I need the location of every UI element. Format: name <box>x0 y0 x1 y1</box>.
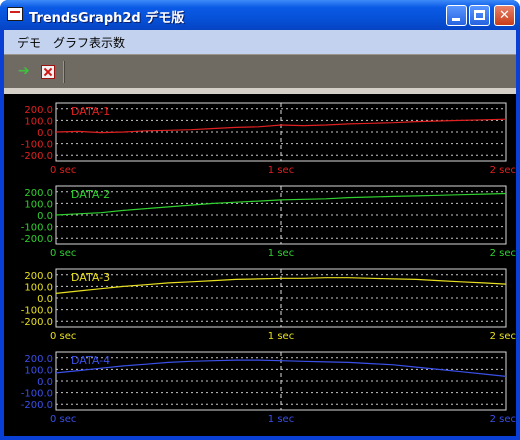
trend-panel-1: 200.0100.00.0-100.0-200.0 0 sec 1 sec 2 sec… <box>21 102 516 176</box>
y-tick-label: 0.0 <box>37 294 53 305</box>
x-tick-label: 2 sec <box>490 165 516 176</box>
menu-bar: デモ グラフ表示数 <box>4 30 516 54</box>
x-tick-label: 1 sec <box>268 165 294 176</box>
x-tick-label: 1 sec <box>268 248 294 259</box>
maximize-icon <box>474 10 485 20</box>
toolbar: ➔ <box>4 54 516 89</box>
red-x-icon[interactable] <box>41 65 55 79</box>
x-tick-label: 0 sec <box>50 165 76 176</box>
client-area: デモ グラフ表示数 ➔ 200.0 100.0 0.0 -100.0 -200.0 0 s… <box>4 30 516 436</box>
chart-title: DATA-2 <box>71 188 110 201</box>
chart-title: DATA-3 <box>71 271 110 284</box>
toolbar-separator <box>63 61 65 83</box>
green-arrow-icon[interactable]: ➔ <box>18 64 32 79</box>
maximize-button[interactable] <box>469 5 490 26</box>
chart-title: DATA-4 <box>71 354 110 367</box>
y-tick-label: 100.0 <box>24 199 53 210</box>
y-tick-label: 200.0 <box>24 105 53 116</box>
minimize-icon <box>452 18 460 21</box>
x-tick-label: 1 sec <box>268 414 294 425</box>
x-tick-label: 2 sec <box>490 331 516 342</box>
x-tick-label: 0 sec <box>50 248 76 259</box>
menu-graph-count[interactable]: グラフ表示数 <box>53 34 125 51</box>
trend-graph-area: 200.0 100.0 0.0 -100.0 -200.0 0 sec 1 sec 2 sec… <box>4 94 516 436</box>
trend-panel-2: 200.0100.00.0-100.0-200.0 0 sec 1 sec 2 sec… <box>21 185 516 259</box>
trend-graphs: 200.0100.00.0-100.0-200.00 sec 1 sec 2 sec… <box>21 102 516 425</box>
x-tick-label: 2 sec <box>490 248 516 259</box>
app-window: TrendsGraph2d デモ版 ✕ デモ グラフ表示数 ➔ 200.0 100… <box>0 0 520 440</box>
y-tick-label: -200.0 <box>21 317 53 328</box>
x-tick-label: 0 sec <box>50 331 76 342</box>
y-tick-label: -100.0 <box>21 140 53 151</box>
y-tick-label: 0.0 <box>37 211 53 222</box>
y-tick-label: 0.0 <box>37 128 53 139</box>
y-tick-label: 200.0 <box>24 271 53 282</box>
window-title: TrendsGraph2d デモ版 <box>29 11 185 26</box>
trend-panel-4: 200.0100.00.0-100.0-200.0 0 sec 1 sec 2 sec… <box>21 351 516 425</box>
x-tick-label: 0 sec <box>50 414 76 425</box>
x-tick-label: 2 sec <box>490 414 516 425</box>
minimize-button[interactable] <box>446 5 467 26</box>
chart-title: DATA-1 <box>71 105 110 118</box>
y-tick-label: -100.0 <box>21 306 53 317</box>
close-button[interactable]: ✕ <box>494 5 515 26</box>
close-icon: ✕ <box>499 8 510 23</box>
trend-panel-3: 200.0100.00.0-100.0-200.0 0 sec 1 sec 2 sec… <box>21 268 516 342</box>
y-tick-label: 0.0 <box>37 377 53 388</box>
y-tick-label: -200.0 <box>21 151 53 162</box>
menu-demo[interactable]: デモ <box>17 34 41 51</box>
y-tick-label: 100.0 <box>24 116 53 127</box>
y-tick-label: 200.0 <box>24 354 53 365</box>
y-tick-label: -100.0 <box>21 389 53 400</box>
y-tick-label: 200.0 <box>24 188 53 199</box>
y-tick-label: 100.0 <box>24 365 53 376</box>
y-tick-label: 100.0 <box>24 282 53 293</box>
title-bar[interactable]: TrendsGraph2d デモ版 ✕ <box>0 0 520 30</box>
y-tick-label: -200.0 <box>21 400 53 411</box>
y-tick-label: -200.0 <box>21 234 53 245</box>
app-icon <box>7 7 23 21</box>
x-tick-label: 1 sec <box>268 331 294 342</box>
y-tick-label: -100.0 <box>21 223 53 234</box>
